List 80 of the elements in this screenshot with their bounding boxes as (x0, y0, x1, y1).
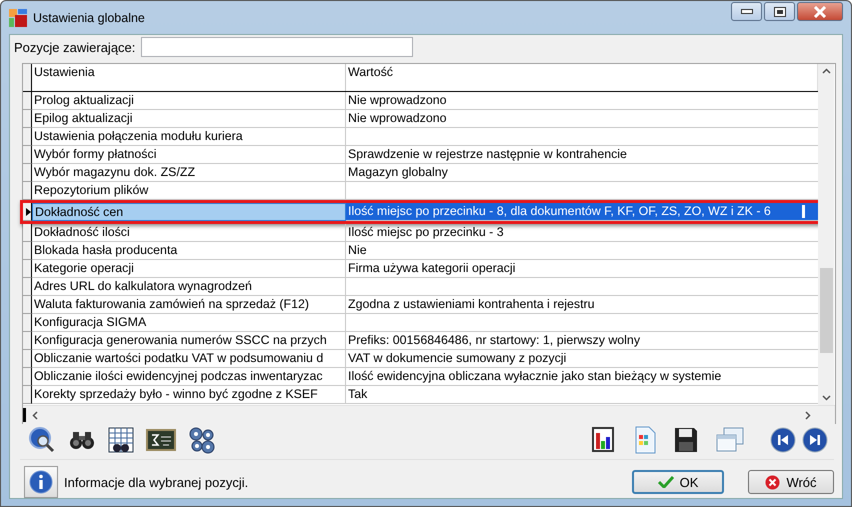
maximize-button[interactable] (764, 2, 795, 21)
setting-value-cell[interactable]: Zgodna z ustawieniami kontrahenta i rejestru (346, 296, 818, 314)
setting-value-cell[interactable]: VAT w dokumencie sumowany z pozycji (346, 350, 818, 368)
row-header[interactable] (23, 164, 32, 182)
setting-value-cell[interactable]: Firma używa kategorii operacji (346, 260, 818, 278)
setting-name-cell[interactable]: Konfiguracja generowania numerów SSCC na przych (32, 332, 346, 350)
minimize-icon (740, 9, 752, 14)
vertical-scrollbar[interactable] (818, 64, 834, 406)
setting-name-cell[interactable]: Obliczanie ilości ewidencyjnej podczas inwentaryzac (32, 368, 346, 386)
setting-name-cell[interactable]: Kategorie operacji (32, 260, 346, 278)
row-header[interactable] (23, 92, 32, 110)
setting-name-cell[interactable]: Blokada hasła producenta (32, 242, 346, 260)
scroll-thumb[interactable] (820, 268, 832, 354)
row-header[interactable] (23, 296, 32, 314)
close-icon (813, 6, 827, 18)
setting-value-cell[interactable]: Ilość miejsc po przecinku - 3 (346, 224, 818, 242)
setting-value-cell[interactable]: Nie wprowadzono (346, 92, 818, 110)
minimize-button[interactable] (731, 2, 762, 21)
skip-last-icon[interactable] (802, 427, 828, 454)
scroll-right-icon[interactable] (805, 410, 811, 420)
setting-value-cell[interactable]: Tak (346, 386, 818, 404)
column-header[interactable]: Ustawienia (32, 64, 346, 92)
setting-value-cell[interactable]: Magazyn globalny (346, 164, 818, 182)
setting-name-cell[interactable]: Konfiguracja SIGMA (32, 314, 346, 332)
info-button[interactable] (24, 466, 58, 498)
row-header[interactable] (23, 242, 32, 260)
window-title: Ustawienia globalne (33, 10, 146, 24)
close-button[interactable] (797, 2, 843, 21)
setting-value-cell[interactable]: Sprawdzenie w rejestrze następnie w kontrahencie (346, 146, 818, 164)
gears-icon[interactable] (188, 426, 216, 454)
row-header[interactable] (23, 314, 32, 332)
row-header[interactable] (23, 146, 32, 164)
search-icon[interactable] (28, 426, 56, 454)
horizontal-scrollbar[interactable] (23, 405, 835, 424)
row-header[interactable] (23, 386, 32, 404)
scroll-down-icon[interactable] (822, 395, 830, 402)
row-header[interactable] (23, 368, 32, 386)
scroll-left-icon[interactable] (32, 410, 38, 420)
setting-name-cell[interactable]: Repozytorium plików (32, 182, 346, 200)
row-header[interactable] (23, 224, 32, 242)
row-header[interactable] (23, 278, 32, 296)
document-icon[interactable] (634, 426, 656, 454)
row-header[interactable] (23, 110, 32, 128)
table-search-icon[interactable] (108, 427, 134, 454)
cancel-icon (765, 474, 780, 490)
row-header[interactable] (23, 350, 32, 368)
setting-name-cell[interactable]: Dokładność cen (32, 203, 346, 222)
setting-name-cell[interactable]: Prolog aktualizacji (32, 92, 346, 110)
app-logo-icon (9, 8, 27, 26)
filter-input[interactable] (141, 37, 414, 58)
setting-name-cell[interactable]: Dokładność ilości (32, 224, 346, 242)
setting-name-cell[interactable]: Adres URL do kalkulatora wynagrodzeń (32, 278, 346, 296)
setting-name-cell[interactable]: Ustawienia połączenia modułu kuriera (32, 128, 346, 146)
windows-icon[interactable] (716, 427, 744, 454)
row-header[interactable] (23, 260, 32, 278)
ok-button[interactable]: OK (632, 470, 724, 494)
setting-name-cell[interactable]: Obliczanie wartości podatku VAT w podsumowaniu d (32, 350, 346, 368)
setting-name-cell[interactable]: Wybór formy płatności (32, 146, 346, 164)
sigma-board-icon[interactable] (146, 428, 176, 452)
row-header[interactable] (23, 128, 32, 146)
setting-value-cell[interactable]: Ilość miejsc po przecinku - 8, dla dokumentów F, KF, OF, ZS, ZO, WZ i ZK - 6 (346, 203, 818, 222)
setting-name-cell[interactable]: Korekty sprzedaży było - winno być zgodne z KSEF (32, 386, 346, 404)
setting-name-cell[interactable]: Waluta fakturowania zamówień na sprzedaż (F12) (32, 296, 346, 314)
setting-name-cell[interactable]: Wybór magazynu dok. ZS/ZZ (32, 164, 346, 182)
checkmark-icon (658, 476, 674, 488)
status-text: Informacje dla wybranej pozycji. (64, 474, 250, 490)
setting-name-cell[interactable]: Epilog aktualizacji (32, 110, 346, 128)
skip-first-icon[interactable] (770, 427, 796, 454)
row-header[interactable] (23, 182, 32, 200)
maximize-icon (774, 6, 786, 16)
setting-value-cell[interactable]: Nie wprowadzono (346, 110, 818, 128)
row-header[interactable] (23, 332, 32, 350)
bar-chart-icon[interactable] (592, 427, 616, 454)
setting-value-cell[interactable]: Prefiks: 00156846486, nr startowy: 1, pierwszy wolny (346, 332, 818, 350)
row-header[interactable] (23, 203, 32, 222)
setting-value-cell[interactable]: Ilość ewidencyjna obliczana wyłacznie jako stan bieżący w systemie (346, 368, 818, 386)
filter-label: Pozycje zawierające: (14, 40, 136, 55)
back-button[interactable]: Wróć (748, 470, 834, 494)
scroll-up-icon[interactable] (822, 68, 830, 74)
setting-value-cell[interactable]: Nie (346, 242, 818, 260)
